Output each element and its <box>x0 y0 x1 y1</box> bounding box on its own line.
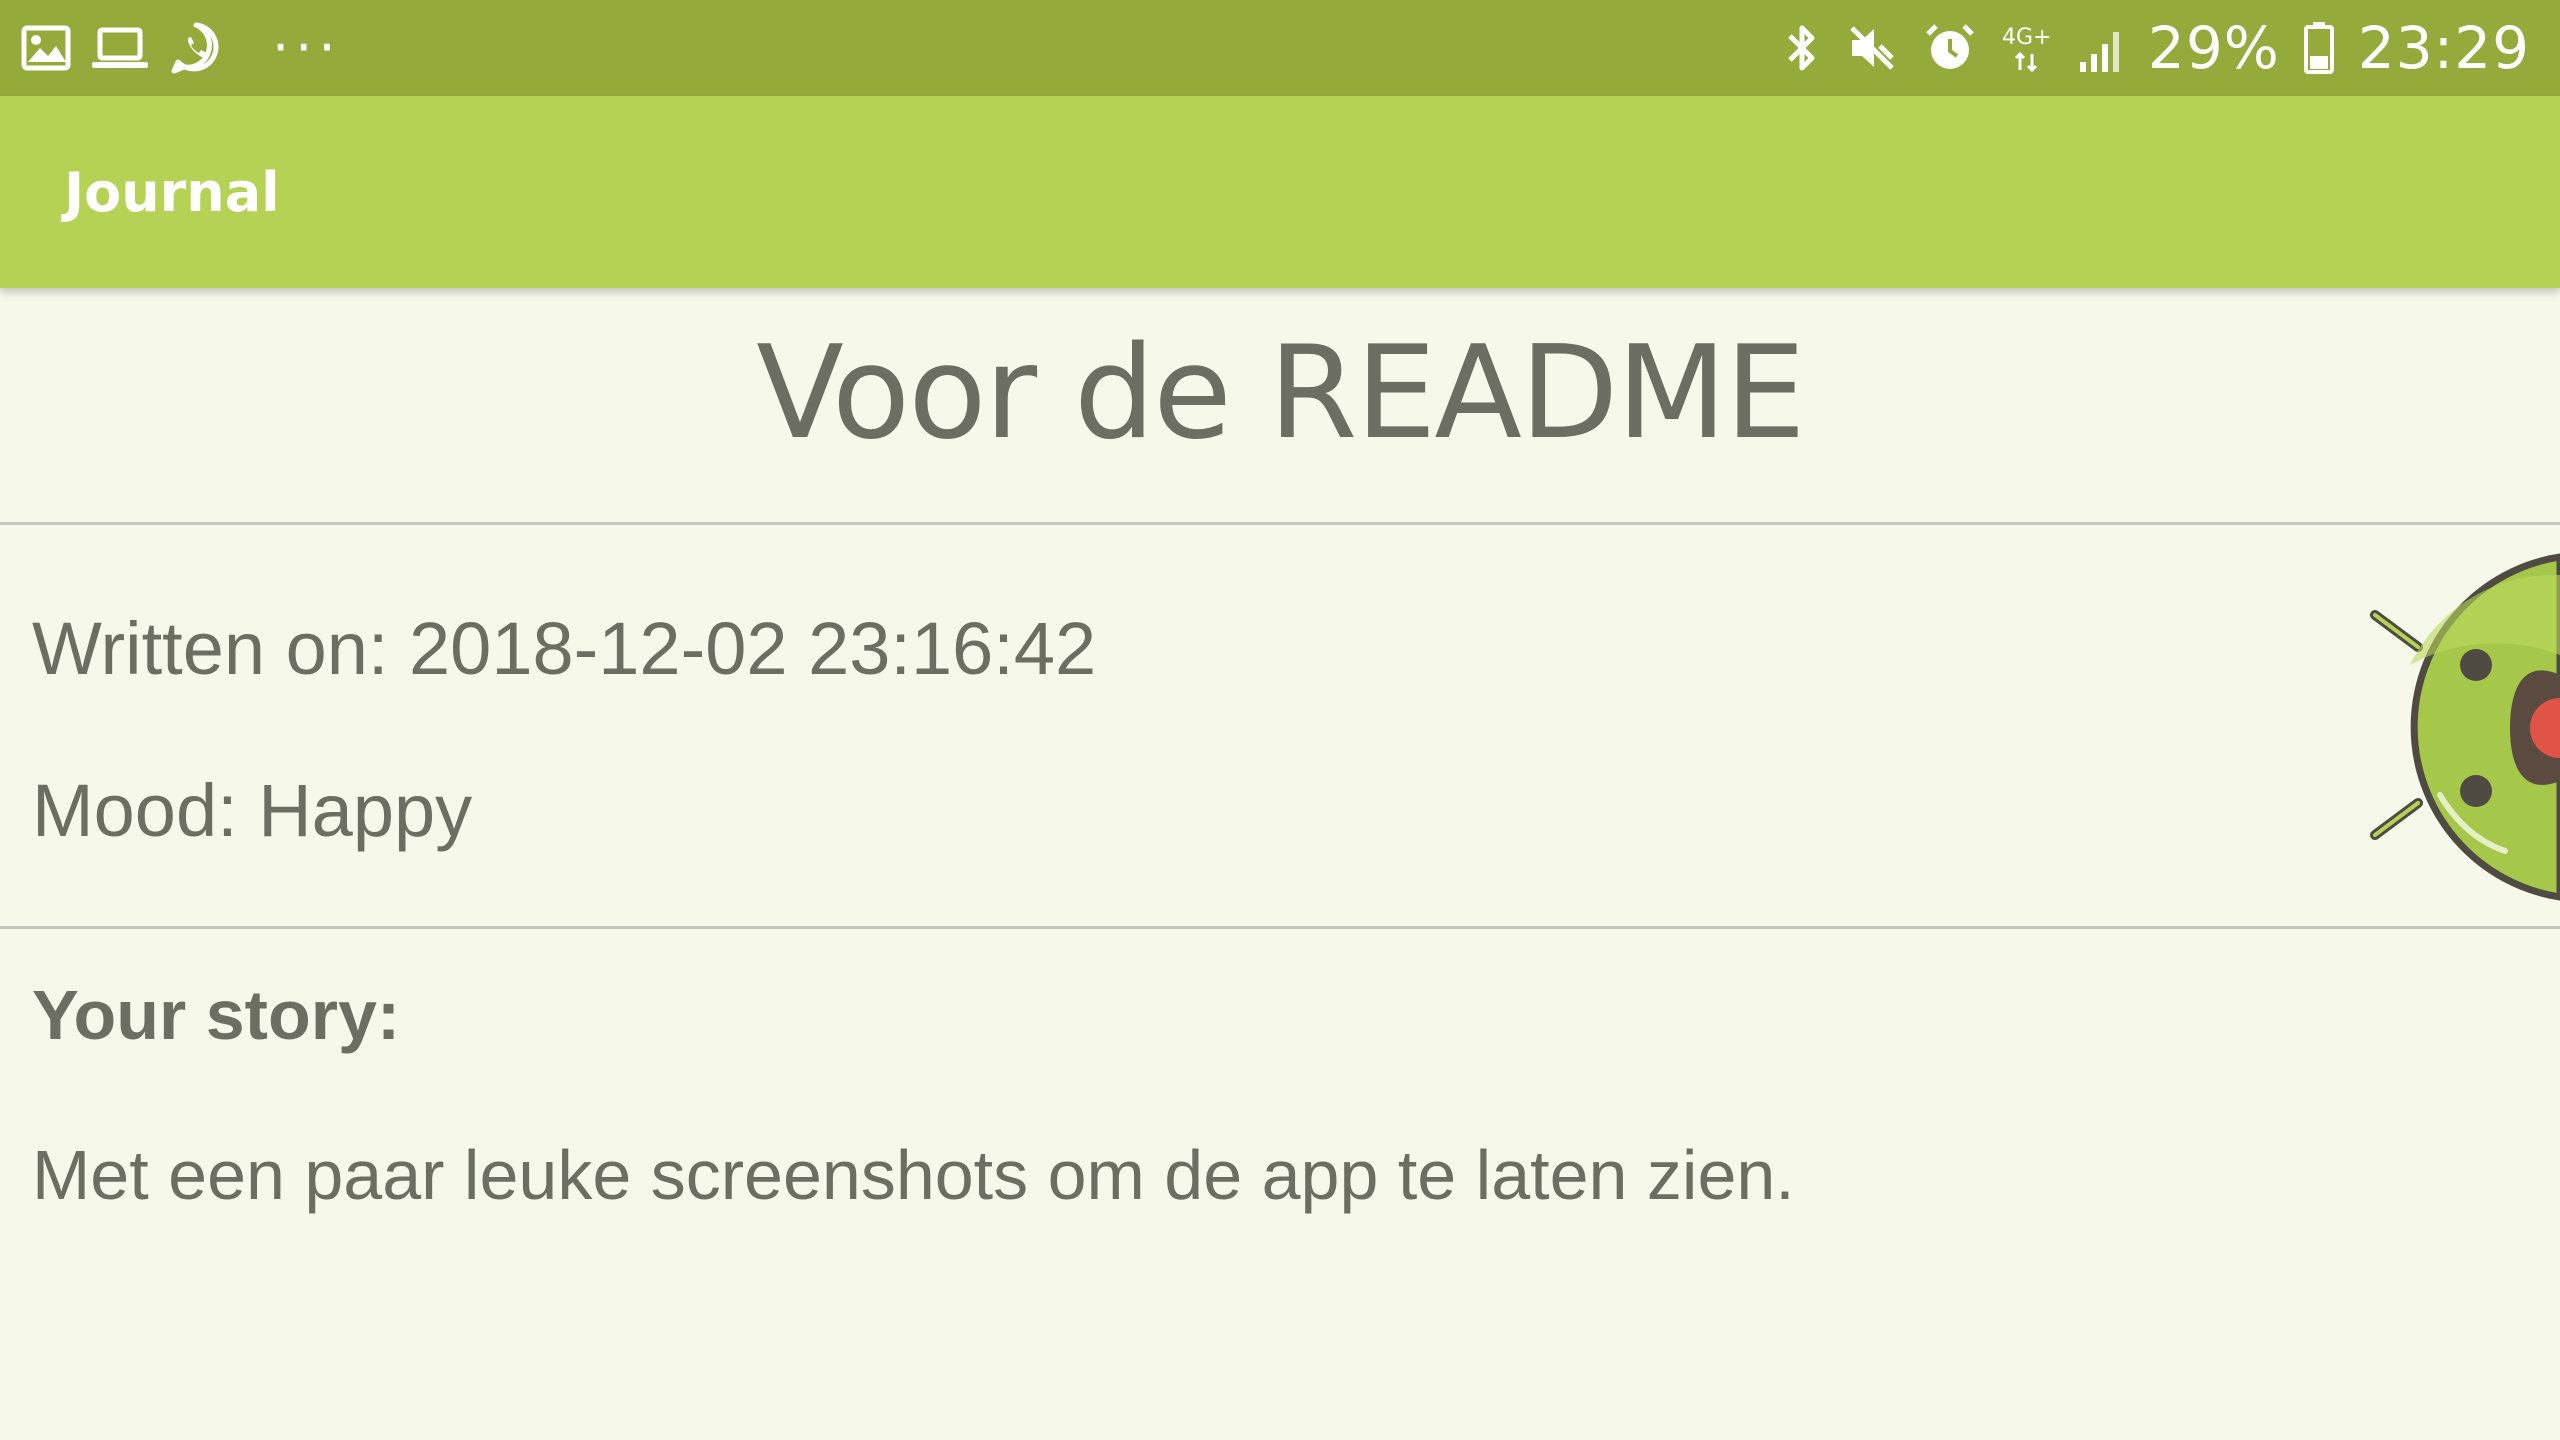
status-bar-system: 4G+ 29% 23:29 <box>1782 19 2560 77</box>
network-indicator: 4G+ <box>2000 20 2054 76</box>
divider <box>0 522 2560 525</box>
entry-title: Voor de README <box>756 319 1806 468</box>
network-type-label: 4G+ <box>2002 25 2051 50</box>
story-text: Met een paar leuke screenshots om de app… <box>32 1136 1795 1214</box>
whatsapp-icon <box>168 20 224 76</box>
signal-icon <box>2076 20 2126 76</box>
status-time: 23:29 <box>2357 14 2530 82</box>
mood-text: Mood: Happy <box>32 769 473 852</box>
gallery-icon <box>20 22 72 74</box>
story-label: Your story: <box>32 976 401 1054</box>
laptop-icon <box>90 22 150 74</box>
written-on-text: Written on: 2018-12-02 23:16:42 <box>32 607 1097 690</box>
divider <box>0 926 2560 929</box>
battery-percentage: 29% <box>2147 14 2280 82</box>
status-bar-notifications: ··· <box>0 20 342 76</box>
status-bar: ··· 4G+ 29% 23:29 <box>0 0 2560 96</box>
alarm-icon <box>1922 20 1978 76</box>
app-bar: Journal <box>0 96 2560 288</box>
more-notifications-indicator: ··· <box>272 16 342 79</box>
battery-icon <box>2302 20 2336 76</box>
bluetooth-icon <box>1782 20 1822 76</box>
app-title: Journal <box>64 160 280 224</box>
mute-icon <box>1844 20 1900 76</box>
happy-android-face-icon <box>2370 545 2560 905</box>
